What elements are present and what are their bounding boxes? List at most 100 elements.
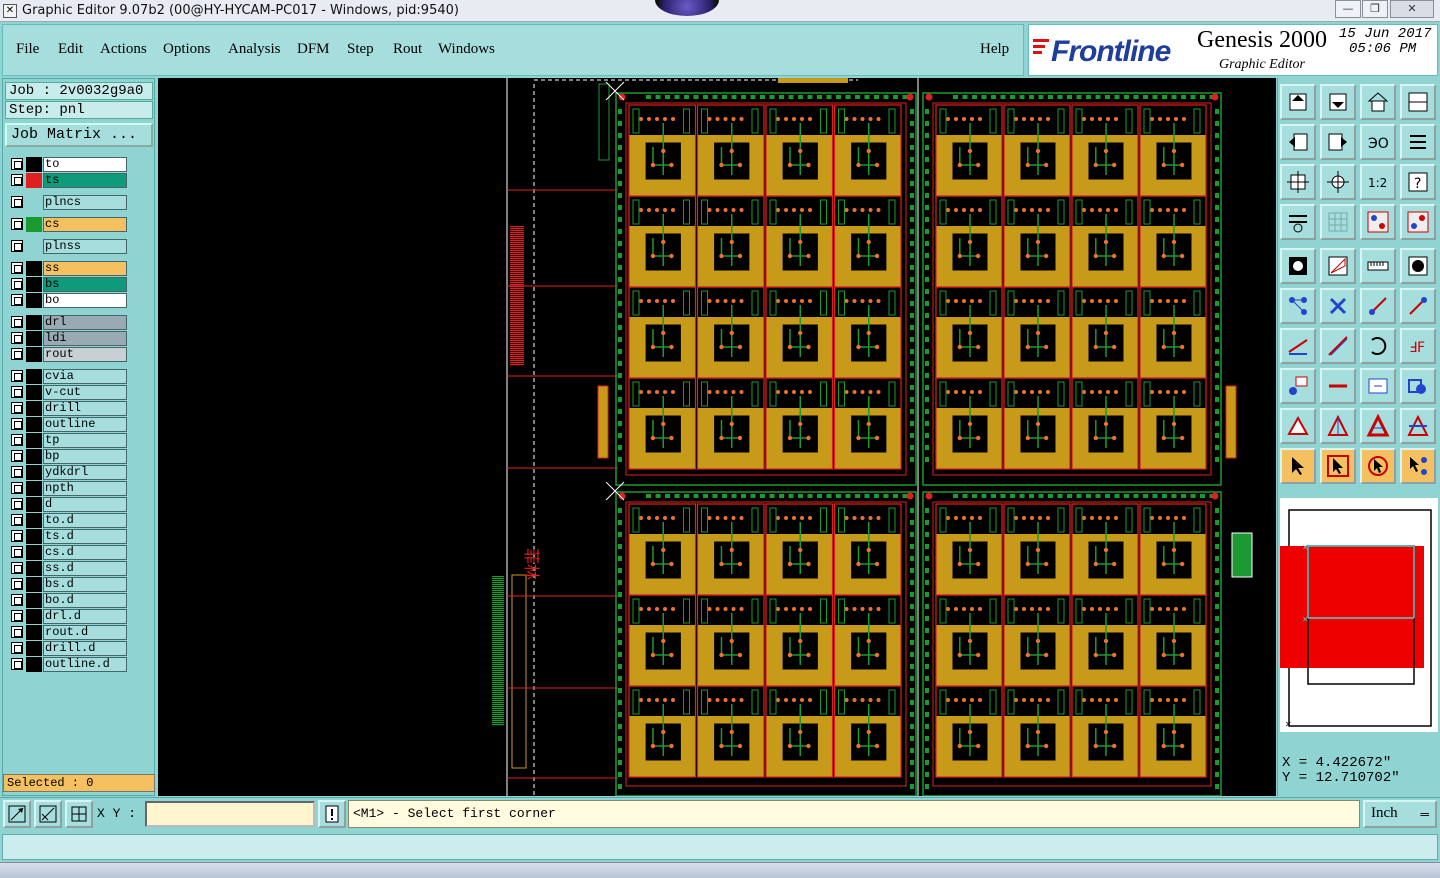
layer-row-plnss[interactable]: plnss	[9, 239, 127, 254]
layer-name[interactable]: to.d	[43, 513, 127, 528]
layer-checkbox[interactable]	[11, 658, 23, 670]
fit-view-button[interactable]	[1280, 164, 1316, 200]
layer-name[interactable]: cs	[43, 217, 127, 232]
layer-name[interactable]: drill	[43, 401, 127, 416]
layer-checkbox[interactable]	[11, 482, 23, 494]
layer-color-swatch[interactable]	[26, 347, 42, 362]
maximize-button[interactable]: ❐	[1362, 0, 1388, 18]
layer-row-drill[interactable]: drill	[9, 401, 127, 416]
layer-color-swatch[interactable]	[26, 465, 42, 480]
menu-actions[interactable]: Actions	[100, 41, 147, 58]
xy-input[interactable]	[145, 801, 315, 827]
layer-name[interactable]: bs.d	[43, 577, 127, 592]
tool-settings-button[interactable]	[1280, 204, 1316, 240]
layer-color-swatch[interactable]	[26, 217, 42, 232]
menu-analysis[interactable]: Analysis	[228, 41, 281, 58]
layer-name[interactable]: plncs	[43, 195, 127, 210]
layer-row-d[interactable]: d	[9, 497, 127, 512]
layer-name[interactable]: ldi	[43, 331, 127, 346]
layer-checkbox[interactable]	[11, 240, 23, 252]
layer-name[interactable]: plnss	[43, 239, 127, 254]
layer-checkbox[interactable]	[11, 196, 23, 208]
layer-name[interactable]: cs.d	[43, 545, 127, 560]
zoom-center-button[interactable]	[1320, 164, 1356, 200]
layer-color-swatch[interactable]	[26, 261, 42, 276]
layer-color-swatch[interactable]	[26, 657, 42, 672]
layer-checkbox[interactable]	[11, 610, 23, 622]
layer-color-swatch[interactable]	[26, 369, 42, 384]
zoom-back-button[interactable]	[1280, 124, 1316, 160]
layer-row-cs[interactable]: cs	[9, 217, 127, 232]
camera-button[interactable]	[1280, 248, 1316, 284]
edit-shape-button[interactable]	[1320, 248, 1356, 284]
pointer-button[interactable]	[1280, 448, 1316, 484]
menu-rout[interactable]: Rout	[393, 41, 422, 58]
layer-checkbox[interactable]	[11, 514, 23, 526]
net-nodes-button[interactable]	[1280, 288, 1316, 324]
layer-row-rout[interactable]: rout	[9, 347, 127, 362]
layer-checkbox[interactable]	[11, 370, 23, 382]
horizontal-line-button[interactable]	[1320, 368, 1356, 404]
layer-row-drill.d[interactable]: drill.d	[9, 641, 127, 656]
layer-color-swatch[interactable]	[26, 561, 42, 576]
layer-name[interactable]: ts	[43, 173, 127, 188]
layer-row-drl[interactable]: drl	[9, 315, 127, 330]
layer-name[interactable]: drill.d	[43, 641, 127, 656]
snap-button[interactable]	[1400, 124, 1436, 160]
layer-row-v-cut[interactable]: v-cut	[9, 385, 127, 400]
layer-color-swatch[interactable]	[26, 529, 42, 544]
zoom-box-button[interactable]	[1280, 368, 1316, 404]
layer-name[interactable]: drl.d	[43, 609, 127, 624]
minimize-button[interactable]: —	[1335, 0, 1361, 18]
menu-step[interactable]: Step	[347, 41, 374, 58]
layer-row-bs.d[interactable]: bs.d	[9, 577, 127, 592]
layer-name[interactable]: bs	[43, 277, 127, 292]
draw-diagonal-button[interactable]	[1320, 328, 1356, 364]
layer-color-swatch[interactable]	[26, 497, 42, 512]
line-node-alt-button[interactable]	[1400, 288, 1436, 324]
layer-color-swatch[interactable]	[26, 641, 42, 656]
layer-color-swatch[interactable]	[26, 609, 42, 624]
triangle-up-button[interactable]	[1320, 408, 1356, 444]
layer-row-rout.d[interactable]: rout.d	[9, 625, 127, 640]
layer-row-bp[interactable]: bp	[9, 449, 127, 464]
layer-row-ss[interactable]: ss	[9, 261, 127, 276]
layer-color-swatch[interactable]	[26, 433, 42, 448]
layer-checkbox[interactable]	[11, 316, 23, 328]
layer-palette-alt-button[interactable]	[1400, 204, 1436, 240]
triangle-cut-button[interactable]	[1400, 408, 1436, 444]
layer-row-ts.d[interactable]: ts.d	[9, 529, 127, 544]
layer-row-bo.d[interactable]: bo.d	[9, 593, 127, 608]
measure-button[interactable]	[34, 800, 62, 828]
layer-name[interactable]: bo	[43, 293, 127, 308]
select-pointer-button[interactable]	[1320, 448, 1356, 484]
layer-checkbox[interactable]	[11, 348, 23, 360]
job-matrix-button[interactable]: Job Matrix ...	[5, 123, 153, 147]
layer-color-swatch[interactable]	[26, 545, 42, 560]
zoom-area-button[interactable]	[3, 800, 31, 828]
layer-checkbox[interactable]	[11, 278, 23, 290]
layer-row-ldi[interactable]: ldi	[9, 331, 127, 346]
triangle-button[interactable]	[1280, 408, 1316, 444]
layer-checkbox[interactable]	[11, 386, 23, 398]
layer-row-drl.d[interactable]: drl.d	[9, 609, 127, 624]
alert-button[interactable]	[318, 800, 346, 828]
layer-color-swatch[interactable]	[26, 195, 42, 210]
layer-color-swatch[interactable]	[26, 449, 42, 464]
layer-row-bo[interactable]: bo	[9, 293, 127, 308]
layer-checkbox[interactable]	[11, 626, 23, 638]
menu-dfm[interactable]: DFM	[297, 41, 330, 58]
layer-checkbox[interactable]	[11, 594, 23, 606]
layer-name[interactable]: ss	[43, 261, 127, 276]
ratio-button[interactable]: 1:2	[1360, 164, 1396, 200]
layer-checkbox[interactable]	[11, 262, 23, 274]
layer-row-plncs[interactable]: plncs	[9, 195, 127, 210]
text-button[interactable]: ℲF	[1400, 328, 1436, 364]
step-back-button[interactable]: ЭО	[1360, 124, 1396, 160]
layer-checkbox[interactable]	[11, 218, 23, 230]
layer-name[interactable]: d	[43, 497, 127, 512]
layer-checkbox[interactable]	[11, 450, 23, 462]
close-button[interactable]: ✕	[1390, 0, 1434, 18]
line-node-button[interactable]	[1360, 288, 1396, 324]
layer-row-tp[interactable]: tp	[9, 433, 127, 448]
